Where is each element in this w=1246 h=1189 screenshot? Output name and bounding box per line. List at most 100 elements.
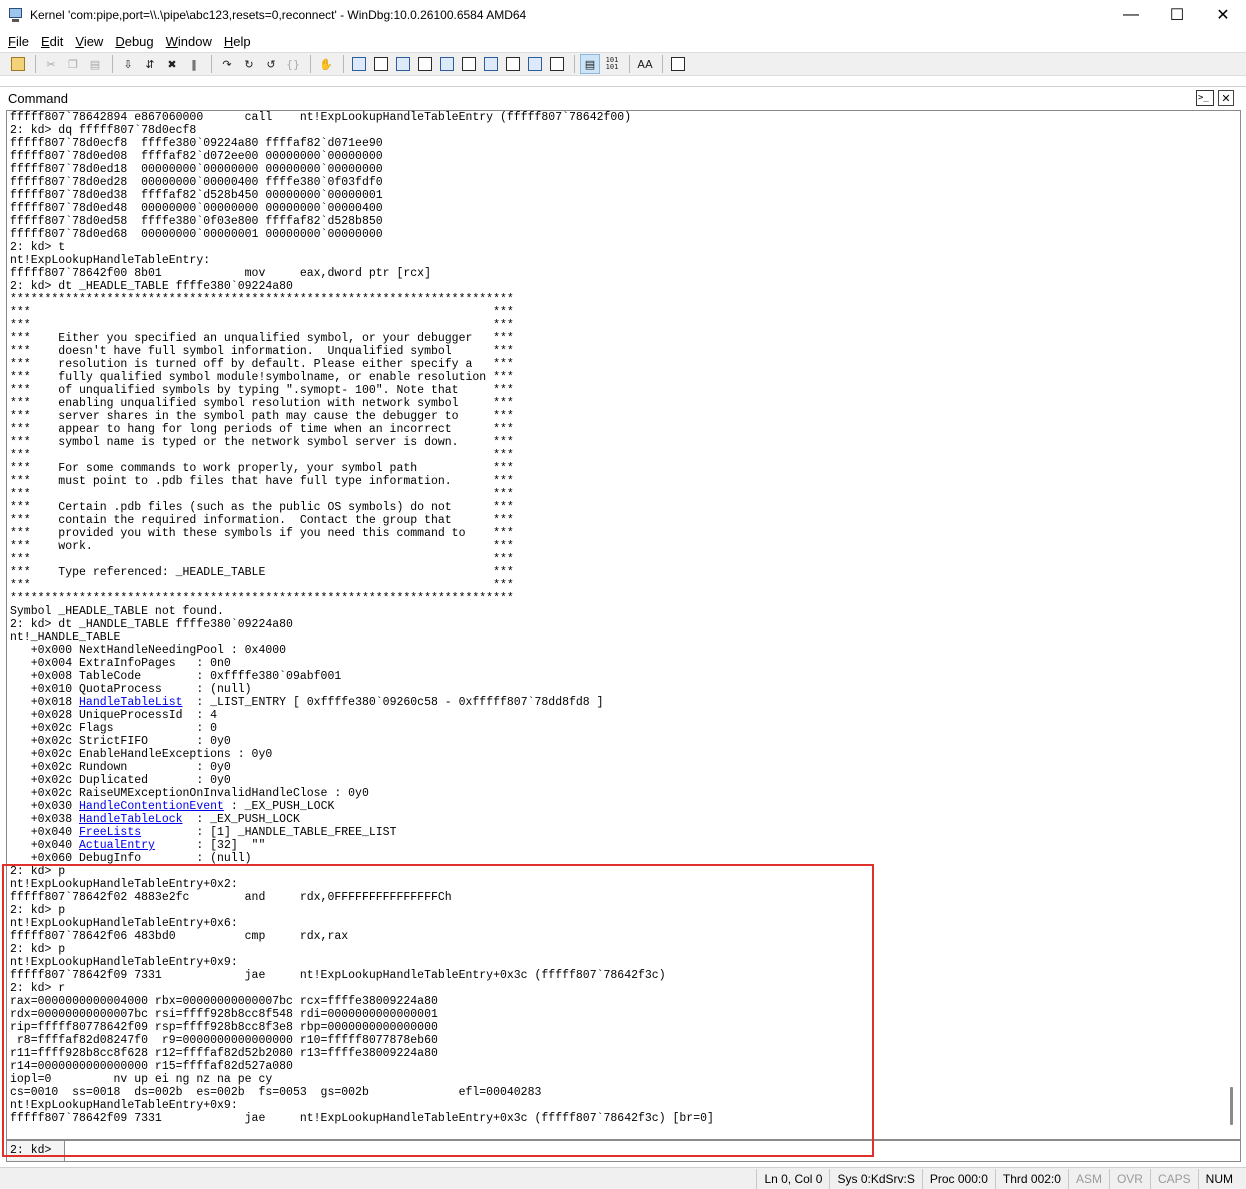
- hex-mode-label-bottom: 101: [605, 63, 619, 71]
- command-input[interactable]: [65, 1141, 1240, 1161]
- menu-debug[interactable]: Debug: [109, 34, 159, 49]
- status-cell: OVR: [1108, 1168, 1150, 1189]
- stop-debugging-icon[interactable]: ✖: [162, 54, 182, 74]
- step-into-icon[interactable]: ↷: [217, 54, 237, 74]
- type-field-link[interactable]: HandleContentionEvent: [79, 800, 224, 813]
- toolbar: ✂ ❐ ▤ ⇩ ⇵ ✖ ‖ ↷ ↻ ↺ {} ✋ ▤ 101 101 AA: [0, 52, 1246, 76]
- command-pane-header: Command >_ ✕: [0, 86, 1246, 110]
- restart-icon[interactable]: ⇵: [140, 54, 160, 74]
- output-line: +0x000 NextHandleNeedingPool : 0x4000: [10, 644, 287, 657]
- toolbar-separator: [112, 55, 113, 73]
- toolbar-separator: [343, 55, 344, 73]
- close-button[interactable]: ✕: [1200, 0, 1246, 30]
- disassembly-window-icon[interactable]: [481, 54, 501, 74]
- output-line: +0x040 FreeLists : [1] _HANDLE_TABLE_FRE…: [10, 826, 397, 839]
- status-cell: ASM: [1067, 1168, 1109, 1189]
- paste-icon[interactable]: ▤: [85, 54, 105, 74]
- cut-icon[interactable]: ✂: [41, 54, 61, 74]
- output-line: +0x02c EnableHandleExceptions : 0y0: [10, 748, 273, 761]
- pane-close-icon[interactable]: ✕: [1218, 90, 1234, 106]
- menu-file[interactable]: File: [2, 34, 35, 49]
- output-line: fffff807`78642f00 8b01 mov eax,dword ptr…: [10, 267, 431, 280]
- output-line: *** ***: [10, 306, 514, 319]
- step-out-icon[interactable]: ↺: [261, 54, 281, 74]
- output-line: 2: kd> p: [10, 943, 66, 956]
- options-icon[interactable]: [668, 54, 688, 74]
- type-field-link[interactable]: HandleTableLock: [79, 813, 183, 826]
- open-folder-icon[interactable]: [8, 54, 28, 74]
- output-line: *** resolution is turned off by default.…: [10, 358, 514, 371]
- locals-window-icon[interactable]: [393, 54, 413, 74]
- command-pane: Command >_ ✕ fffff807`78642894 e86706000…: [0, 86, 1246, 1167]
- menu-bar: File Edit View Debug Window Help: [0, 30, 1246, 52]
- output-line: ****************************************…: [10, 293, 514, 306]
- hex-mode-icon[interactable]: 101 101: [602, 54, 622, 74]
- maximize-button[interactable]: ☐: [1154, 0, 1200, 30]
- menu-edit[interactable]: Edit: [35, 34, 69, 49]
- registers-window-icon[interactable]: [415, 54, 435, 74]
- call-stack-window-icon[interactable]: [459, 54, 479, 74]
- output-line: +0x02c Rundown : 0y0: [10, 761, 231, 774]
- command-browser-icon[interactable]: [547, 54, 567, 74]
- toolbar-separator: [629, 55, 630, 73]
- toolbar-separator: [574, 55, 575, 73]
- font-icon[interactable]: AA: [635, 54, 655, 74]
- copy-icon[interactable]: ❐: [63, 54, 83, 74]
- command-output[interactable]: fffff807`78642894 e867060000 call nt!Exp…: [6, 110, 1241, 1140]
- output-line: r11=ffff928b8cc8f628 r12=ffffaf82d52b208…: [10, 1047, 438, 1060]
- output-line: *** ***: [10, 449, 514, 462]
- scratch-pad-icon[interactable]: [503, 54, 523, 74]
- toolbar-separator: [662, 55, 663, 73]
- command-input-row: 2: kd>: [6, 1140, 1241, 1162]
- menu-view[interactable]: View: [69, 34, 109, 49]
- watch-window-icon[interactable]: [371, 54, 391, 74]
- output-line: *** server shares in the symbol path may…: [10, 410, 514, 423]
- scrollbar-thumb[interactable]: [1230, 1087, 1233, 1125]
- output-line: 2: kd> t: [10, 241, 66, 254]
- output-line: fffff807`78642f09 7331 jae nt!ExpLookupH…: [10, 1112, 714, 1125]
- break-icon[interactable]: ‖: [184, 54, 204, 74]
- output-line: nt!ExpLookupHandleTableEntry+0x9:: [10, 1099, 238, 1112]
- go-icon[interactable]: ⇩: [118, 54, 138, 74]
- minimize-button[interactable]: —: [1108, 0, 1154, 30]
- output-line: +0x02c RaiseUMExceptionOnInvalidHandleCl…: [10, 787, 369, 800]
- output-line: rax=0000000000004000 rbx=00000000000007b…: [10, 995, 438, 1008]
- title-bar: Kernel 'com:pipe,port=\\.\pipe\abc123,re…: [0, 0, 1246, 30]
- output-line: cs=0010 ss=0018 ds=002b es=002b fs=0053 …: [10, 1086, 542, 1099]
- output-line: nt!ExpLookupHandleTableEntry+0x6:: [10, 917, 238, 930]
- output-line: 2: kd> dt _HEADLE_TABLE ffffe380`09224a8…: [10, 280, 293, 293]
- status-cell: Ln 0, Col 0: [756, 1168, 829, 1189]
- output-line: nt!ExpLookupHandleTableEntry+0x2:: [10, 878, 238, 891]
- status-cell: Proc 000:0: [921, 1168, 995, 1189]
- command-prompt-icon[interactable]: >_: [1196, 90, 1214, 106]
- run-to-cursor-icon[interactable]: {}: [283, 54, 303, 74]
- output-line: fffff807`78642f02 4883e2fc and rdx,0FFFF…: [10, 891, 452, 904]
- output-line: nt!ExpLookupHandleTableEntry:: [10, 254, 211, 267]
- menu-help[interactable]: Help: [218, 34, 257, 49]
- windbg-app-icon[interactable]: [8, 7, 24, 23]
- toolbar-separator: [310, 55, 311, 73]
- output-line: *** For some commands to work properly, …: [10, 462, 514, 475]
- output-text: fffff807`78642894 e867060000 call nt!Exp…: [10, 111, 1218, 1125]
- output-line: fffff807`78d0ecf8 ffffe380`09224a80 ffff…: [10, 137, 383, 150]
- menu-view-accel: V: [75, 33, 84, 49]
- output-line: fffff807`78d0ed68 00000000`00000001 0000…: [10, 228, 383, 241]
- output-line: fffff807`78d0ed18 00000000`00000000 0000…: [10, 163, 383, 176]
- output-line: +0x038 HandleTableLock : _EX_PUSH_LOCK: [10, 813, 300, 826]
- vertical-scrollbar[interactable]: [1223, 111, 1240, 1139]
- output-line: *** Type referenced: _HEADLE_TABLE ***: [10, 566, 514, 579]
- pane-title: Command: [8, 91, 68, 106]
- breakpoint-hand-icon[interactable]: ✋: [316, 54, 336, 74]
- menu-window[interactable]: Window: [160, 34, 218, 49]
- output-line: *** doesn't have full symbol information…: [10, 345, 514, 358]
- command-window-icon[interactable]: [349, 54, 369, 74]
- type-field-link[interactable]: ActualEntry: [79, 839, 155, 852]
- type-field-link[interactable]: FreeLists: [79, 826, 141, 839]
- type-field-link[interactable]: HandleTableList: [79, 696, 183, 709]
- output-line: ****************************************…: [10, 592, 514, 605]
- memory-window-icon[interactable]: [437, 54, 457, 74]
- output-line: 2: kd> dt _HANDLE_TABLE ffffe380`09224a8…: [10, 618, 293, 631]
- source-mode-icon[interactable]: ▤: [580, 54, 600, 74]
- processes-threads-icon[interactable]: [525, 54, 545, 74]
- step-over-icon[interactable]: ↻: [239, 54, 259, 74]
